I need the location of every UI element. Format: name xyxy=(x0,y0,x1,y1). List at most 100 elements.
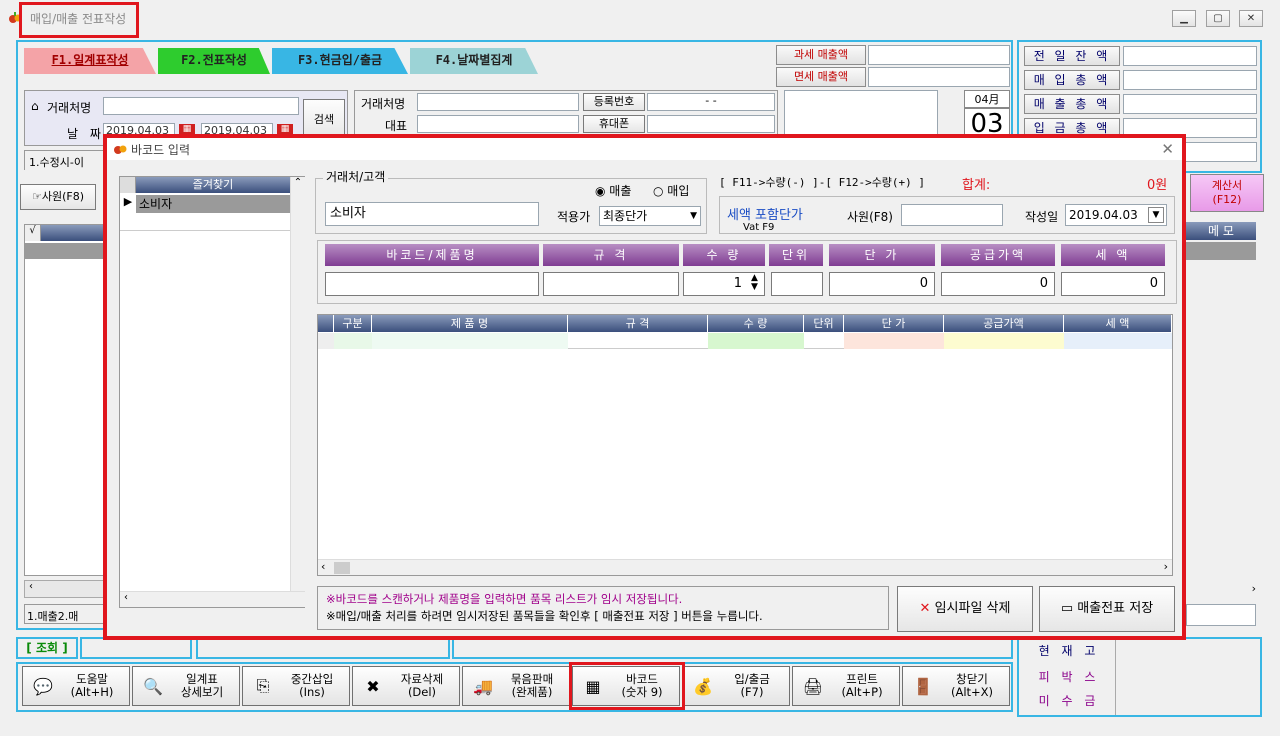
client-name-field[interactable] xyxy=(417,93,579,111)
stepper-arrows-icon[interactable]: ▲ ▼ xyxy=(751,274,758,292)
tab-daily[interactable]: F1.일계표작성 xyxy=(24,48,156,74)
scroll-right-arrow[interactable]: › xyxy=(1186,582,1256,596)
save-sales-button[interactable]: ▭ 매출전표 저장 xyxy=(1039,586,1175,632)
phone-field[interactable] xyxy=(647,115,775,133)
edit-tab[interactable]: 1.수정시-이 xyxy=(24,150,104,170)
favorites-v-scrollbar[interactable]: ⌃ xyxy=(290,177,305,591)
close-button[interactable]: ✕ xyxy=(1239,10,1263,27)
button-label: 입/출금 (F7) xyxy=(734,672,770,699)
taxed-sales-field[interactable] xyxy=(868,45,1010,65)
col-price-header: 단 가 xyxy=(829,244,935,266)
employee-button[interactable]: ☞사원(F8) xyxy=(20,184,96,210)
vat-label[interactable]: 세액 포함단가 xyxy=(727,204,803,223)
price-input[interactable]: 0 xyxy=(829,272,935,296)
button-label: 중간삽입 (Ins) xyxy=(290,672,334,699)
phone-label: 휴대폰 xyxy=(583,115,645,133)
receivable-label: 미 수 금 xyxy=(1038,694,1100,708)
right-bottom-field xyxy=(1186,604,1256,626)
sales-total-label: 매 출 총 액 xyxy=(1024,94,1120,114)
supply-input[interactable]: 0 xyxy=(941,272,1055,296)
minimize-button[interactable]: ▁ xyxy=(1172,10,1196,27)
insert-icon: ⎘ xyxy=(256,676,270,695)
radio-sale[interactable]: ◉ 매출 xyxy=(595,182,631,199)
vat-key-label: Vat F9 xyxy=(743,222,775,233)
spec-input[interactable] xyxy=(543,272,679,296)
col-price: 단 가 xyxy=(844,315,944,332)
barcode-input[interactable] xyxy=(325,272,539,296)
favorite-item[interactable]: 소비자 xyxy=(136,195,290,213)
chevron-down-icon[interactable]: ▼ xyxy=(1148,207,1164,223)
client-label: 거래처명 xyxy=(47,101,92,115)
prev-balance-field xyxy=(1123,46,1257,66)
status-field xyxy=(196,637,450,659)
app-icon xyxy=(8,11,22,25)
help-button[interactable]: 💬 도움말 (Alt+H) xyxy=(22,666,130,706)
print-button[interactable]: 🖨 프린트 (Alt+P) xyxy=(792,666,900,706)
price-select[interactable]: 최종단가 ▼ xyxy=(599,206,701,226)
employee-input[interactable] xyxy=(901,204,1003,226)
item-grid-h-scrollbar[interactable]: ‹ › xyxy=(318,559,1172,575)
close-icon[interactable]: ✕ xyxy=(1161,140,1174,158)
delete-icon: ✖ xyxy=(366,676,380,696)
client-value-input[interactable]: 소비자 xyxy=(325,202,539,226)
col-qty: 수 량 xyxy=(708,315,804,332)
reg-no-field[interactable]: - - xyxy=(647,93,775,111)
col-spec-header: 규 격 xyxy=(543,244,679,266)
button-label: 바코드 (숫자 9) xyxy=(621,672,663,699)
tab-date-summary[interactable]: F4.날짜별집계 xyxy=(410,48,538,74)
invoice-button[interactable]: 계산서 (F12) xyxy=(1190,174,1264,212)
grid-row[interactable] xyxy=(25,243,113,259)
insert-button[interactable]: ⎘ 중간삽입 (Ins) xyxy=(242,666,350,706)
purchase-total-field xyxy=(1123,70,1257,90)
row-header xyxy=(120,177,136,193)
cash-button[interactable]: 💰 입/출금 (F7) xyxy=(682,666,790,706)
stock-label: 현 재 고 xyxy=(1038,644,1100,658)
barcode-button[interactable]: ▦ 바코드 (숫자 9) xyxy=(572,666,680,706)
delete-button[interactable]: ✖ 자료삭제 (Del) xyxy=(352,666,460,706)
item-row[interactable] xyxy=(318,333,1172,349)
exempt-sales-label: 면세 매출액 xyxy=(776,67,866,87)
tax-input[interactable]: 0 xyxy=(1061,272,1165,296)
date-select[interactable]: 2019.04.03 ▼ xyxy=(1065,204,1167,226)
cell xyxy=(372,333,568,349)
divider xyxy=(1115,639,1116,715)
stock-panel: 현 재 고 피 박 스 미 수 금 xyxy=(1017,637,1262,717)
rep-label: 대표 xyxy=(385,119,408,133)
button-label: 도움말 (Alt+H) xyxy=(70,672,114,699)
delete-temp-button[interactable]: ✕ 임시파일 삭제 xyxy=(897,586,1033,632)
exempt-sales-field[interactable] xyxy=(868,67,1010,87)
lookup-field[interactable] xyxy=(80,637,192,659)
col-qty-header: 수 량 xyxy=(683,244,765,266)
rep-field[interactable] xyxy=(417,115,579,133)
card-icon: ▭ xyxy=(1060,601,1074,616)
radio-purchase[interactable]: ○ 매입 xyxy=(653,182,689,199)
reg-no-label: 등록번호 xyxy=(583,93,645,111)
col-barcode-header: 바코드/제품명 xyxy=(325,244,539,266)
favorites-h-scrollbar[interactable]: ‹ xyxy=(120,591,305,607)
help-icon: 💬 xyxy=(33,676,53,696)
close-icon: ✕ xyxy=(919,601,931,616)
barcode-dialog: 바코드 입력 ✕ 즐겨찾기 ▶ 소비자 ⌃ ‹ 거래처/고객 ◉ 매출 ○ 매입… xyxy=(103,134,1186,640)
favorites-list: 즐겨찾기 ▶ 소비자 ⌃ ‹ xyxy=(119,176,305,608)
lookup-label[interactable]: [ 조회 ] xyxy=(16,637,78,659)
empty-row xyxy=(120,213,290,231)
client-input[interactable] xyxy=(103,97,299,115)
daily-detail-icon: 🔍 xyxy=(143,676,163,696)
button-label: 자료삭제 (Del) xyxy=(400,672,444,699)
tab-slip[interactable]: F2.전표작성 xyxy=(158,48,270,74)
bundle-button[interactable]: 🚚 묶음판매 (완제품) xyxy=(462,666,570,706)
tab-cash[interactable]: F3.현금입/출금 xyxy=(272,48,408,74)
close-button[interactable]: 🚪 창닫기 (Alt+X) xyxy=(902,666,1010,706)
select-all-checkbox[interactable]: √ xyxy=(25,225,41,241)
dialog-title: 바코드 입력 xyxy=(131,143,191,157)
quantity-hint: [ F11->수량(-) ]-[ F12->수량(+) ] xyxy=(719,176,926,189)
memo-header: 메 모 xyxy=(1186,222,1256,240)
row-header xyxy=(318,333,334,349)
chevron-down-icon: ▼ xyxy=(690,211,697,221)
daily-detail-button[interactable]: 🔍 일계표 상세보기 xyxy=(132,666,240,706)
unit-input[interactable] xyxy=(771,272,823,296)
bottom-tabs[interactable]: 1.매출2.매 xyxy=(24,604,110,624)
maximize-button[interactable]: ▢ xyxy=(1206,10,1230,27)
h-scrollbar[interactable]: ‹ xyxy=(24,580,114,598)
notes-box: ※바코드를 스캔하거나 제품명을 입력하면 품목 리스트가 임시 저장됩니다. … xyxy=(317,586,889,630)
